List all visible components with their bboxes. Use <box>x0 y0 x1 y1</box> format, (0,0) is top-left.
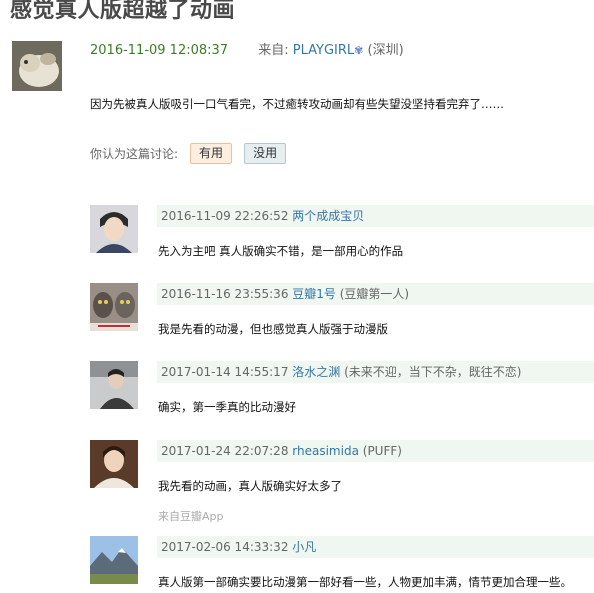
comment-body: 先入为主吧 真人版确实不错，是一部用心的作品 <box>158 244 404 258</box>
comment-timestamp: 2016-11-16 23:55:36 <box>161 287 289 301</box>
post-timestamp: 2016-11-09 12:08:37 <box>90 43 229 58</box>
comment-header: 2016-11-09 22:26:52 两个成成宝贝 <box>157 205 594 227</box>
comment-body: 我先看的动画，真人版确实好太多了 <box>158 479 342 493</box>
post-meta: 2016-11-09 12:08:37 来自: PLAYGIRL✾ (深圳) <box>90 43 404 59</box>
comment-avatar[interactable] <box>90 205 138 253</box>
comment-header: 2017-01-24 22:07:28 rheasimida (PUFF) <box>157 440 594 462</box>
comment-timestamp: 2017-02-06 14:33:32 <box>161 540 289 554</box>
comment-header: 2016-11-16 23:55:36 豆瓣1号 (豆瓣第一人) <box>157 283 594 305</box>
ribbon-icon: ✾ <box>354 44 364 57</box>
comment-avatar[interactable] <box>90 283 138 331</box>
comment-author-link[interactable]: 小凡 <box>292 540 316 554</box>
comment-author-extra: (PUFF) <box>362 444 402 458</box>
comment-body: 真人版第一部确实要比动漫第一部好看一些，人物更加丰满，情节更加合理一些。 <box>158 575 572 589</box>
comment-author-extra: (豆瓣第一人) <box>339 287 410 301</box>
comment-author-link[interactable]: rheasimida <box>292 444 359 458</box>
comment-body: 我是先看的动漫，但也感觉真人版强于动漫版 <box>158 322 388 336</box>
author-avatar[interactable] <box>12 41 62 91</box>
author-location: (深圳) <box>367 43 404 58</box>
comment-header: 2017-01-14 14:55:17 洛水之渊 (未来不迎，当下不杂，既往不恋… <box>157 361 594 383</box>
vote-bar: 你认为这篇讨论: 有用 没用 <box>90 143 287 164</box>
post-body: 因为先被真人版吸引一口气看完，不过癒转攻动画却有些失望没坚持看完弃了…… <box>90 97 504 111</box>
comment-timestamp: 2016-11-09 22:26:52 <box>161 209 289 223</box>
comment-body: 确实，第一季真的比动漫好 <box>158 400 296 414</box>
comment-source: 来自豆瓣App <box>158 510 224 523</box>
comment-avatar[interactable] <box>90 536 138 584</box>
page-title: 感觉真人版超越了动画 <box>10 0 236 23</box>
comment-timestamp: 2017-01-14 14:55:17 <box>161 365 289 379</box>
comment-avatar[interactable] <box>90 440 138 488</box>
useful-button[interactable]: 有用 <box>190 143 233 164</box>
author-link[interactable]: PLAYGIRL <box>293 43 354 58</box>
comment-header: 2017-02-06 14:33:32 小凡 <box>157 536 594 558</box>
comment-avatar[interactable] <box>90 361 138 409</box>
useless-button[interactable]: 没用 <box>244 143 287 164</box>
comment-author-extra: (未来不迎，当下不杂，既往不恋) <box>344 365 522 379</box>
vote-prompt: 你认为这篇讨论: <box>90 147 179 161</box>
comment-author-link[interactable]: 洛水之渊 <box>292 365 340 379</box>
comment-timestamp: 2017-01-24 22:07:28 <box>161 444 289 458</box>
from-label: 来自: <box>258 43 289 58</box>
comment-author-link[interactable]: 豆瓣1号 <box>292 287 336 301</box>
comment-author-link[interactable]: 两个成成宝贝 <box>292 209 364 223</box>
